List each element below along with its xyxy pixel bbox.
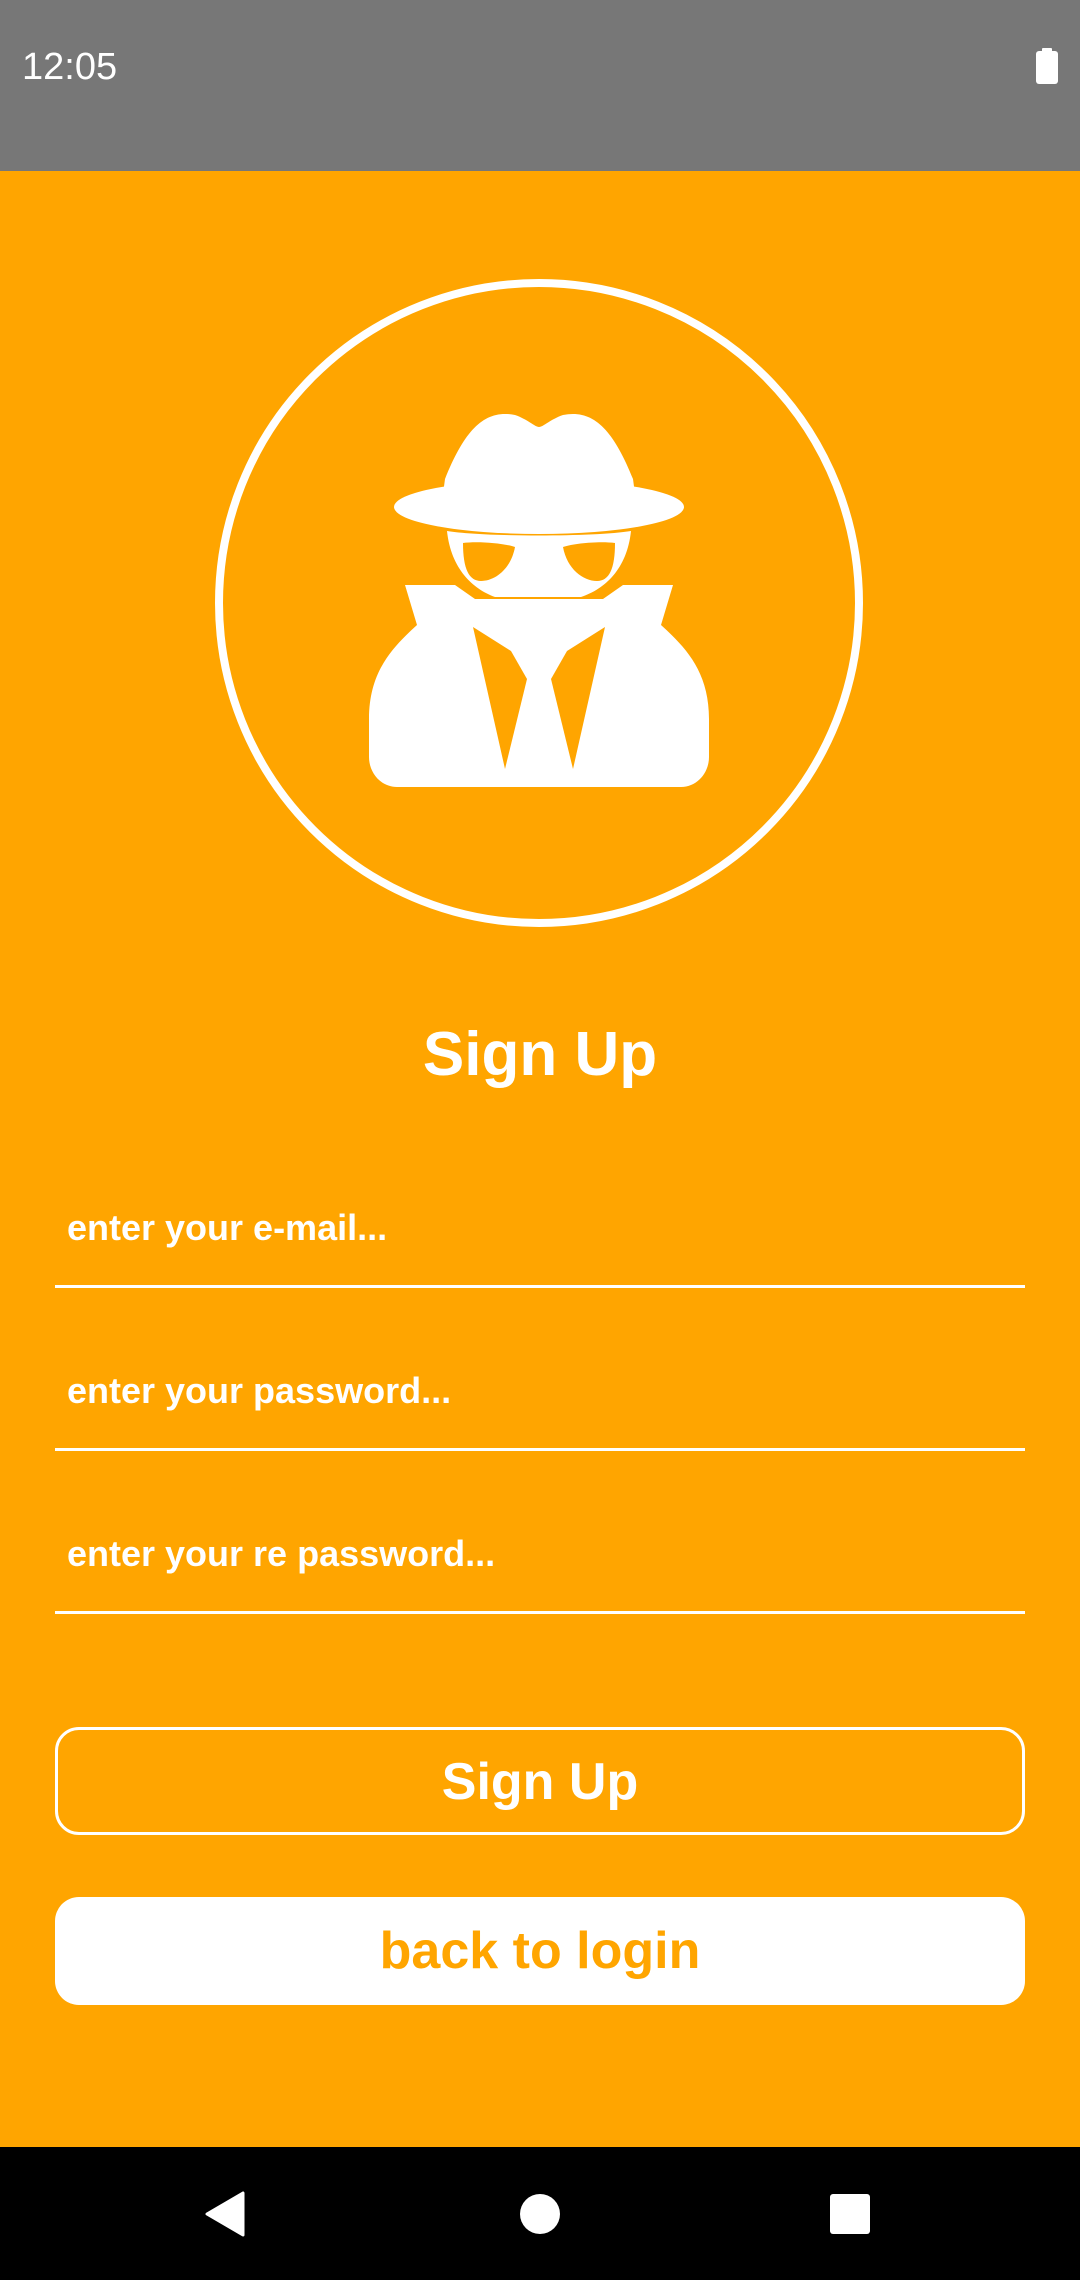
signup-screen: 12:05 Sign Up Sign Up back to login	[0, 0, 1080, 2280]
email-field	[55, 1170, 1025, 1288]
spy-incognito-icon	[215, 279, 863, 927]
status-bar: 12:05	[0, 0, 1080, 171]
nav-back-button[interactable]	[165, 2147, 285, 2280]
page-title: Sign Up	[422, 1020, 658, 1089]
navigation-bar	[0, 2147, 1080, 2280]
password-field	[55, 1333, 1025, 1451]
re-password-field	[55, 1496, 1025, 1614]
password-input[interactable]	[55, 1333, 1025, 1448]
home-circle-icon	[520, 2193, 560, 2234]
re-password-input[interactable]	[55, 1496, 1025, 1611]
status-time: 12:05	[22, 46, 118, 88]
nav-recents-button[interactable]	[790, 2147, 910, 2280]
recents-square-icon	[830, 2193, 870, 2234]
email-input[interactable]	[55, 1170, 1025, 1285]
nav-home-button[interactable]	[480, 2147, 600, 2280]
back-to-login-button[interactable]: back to login	[55, 1897, 1025, 2005]
sign-up-button[interactable]: Sign Up	[55, 1727, 1025, 1835]
battery-full-icon	[1036, 48, 1058, 84]
back-triangle-icon	[205, 2191, 245, 2236]
